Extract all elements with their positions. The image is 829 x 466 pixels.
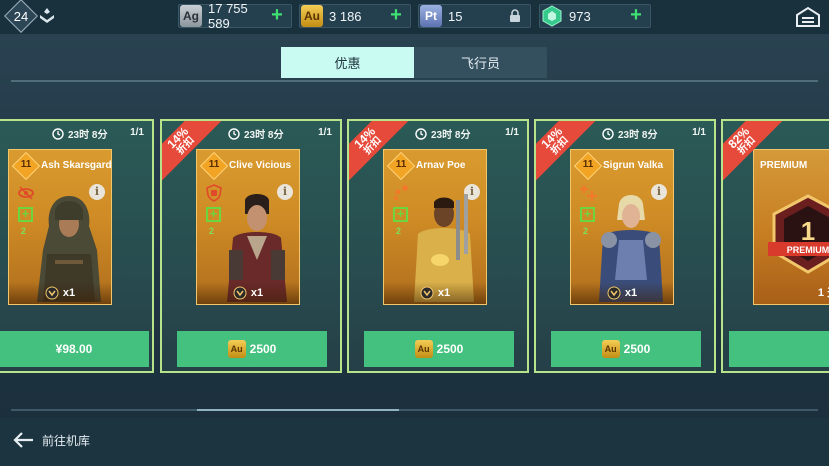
gold-coin-icon: Au — [227, 340, 246, 358]
skill-count: 2 — [583, 226, 589, 236]
go-to-hangar-label: 前往机库 — [42, 433, 91, 448]
pilot-level: 11 — [582, 159, 594, 170]
clock-icon — [602, 127, 614, 140]
pilot-portrait: 11 Ash Skarsgard + 2 i x1 — [8, 149, 112, 305]
carousel-scroll-thumb[interactable] — [197, 409, 399, 411]
pilot-reward: x1 — [9, 282, 111, 304]
pilot-name: Arnav Poe — [416, 160, 466, 171]
silver-resource: Ag 17 755 589 + — [178, 1, 292, 31]
top-bar: 24 Ag 17 755 589 + Au 3 186 + Pt 15 973 … — [0, 0, 829, 34]
offer-timer: 23时 8分 — [602, 126, 657, 141]
platinum-resource: Pt 15 — [418, 4, 531, 28]
pilot-portrait: 11 Clive Vicious + 2 i x1 — [196, 149, 300, 305]
player-level[interactable]: 24 — [4, 0, 56, 33]
pilot-badge-icon — [233, 286, 247, 300]
pilot-level: 11 — [20, 159, 32, 170]
price-label: 2500 — [249, 342, 277, 356]
skill-count: 2 — [209, 226, 215, 236]
offer-quantity: 1/1 — [318, 127, 332, 138]
offer-quantity: 1/1 — [130, 127, 144, 138]
tab-offers[interactable]: 优惠 — [281, 47, 414, 78]
premium-medal-number: 1 — [801, 216, 815, 246]
gold-amount: 3 186 — [329, 8, 362, 24]
player-level-number: 24 — [13, 8, 29, 24]
gem-resource: 973 + — [539, 4, 651, 28]
pilot-level: 11 — [395, 159, 407, 170]
gem-icon — [542, 5, 562, 27]
reward-count: x1 — [437, 287, 451, 299]
offer-card-premium[interactable]: PREMIUM 1 PREMIUM 1 天 82%折扣 — [721, 119, 829, 373]
buy-button[interactable]: Au 2500 — [551, 331, 701, 367]
hangar-icon[interactable] — [795, 6, 821, 28]
gold-resource: Au 3 186 + — [299, 4, 411, 28]
skill-count: 2 — [21, 226, 27, 236]
gold-icon: Au — [301, 5, 323, 27]
tab-divider — [11, 80, 818, 82]
offer-timer-text: 23时 8分 — [244, 130, 284, 141]
rank-chevron-icon — [40, 8, 54, 23]
offer-card-arnav-poe[interactable]: 14% 折扣 23时 8分 1/1 11 Arnav Poe + 2 i x1 A… — [347, 119, 529, 373]
price-label: 2500 — [623, 342, 651, 356]
premium-title: PREMIUM — [760, 160, 808, 171]
offer-timer: 23时 8分 — [415, 126, 470, 141]
add-gold-button[interactable]: + — [388, 5, 404, 25]
clock-icon — [415, 127, 427, 140]
carousel-scrollbar[interactable] — [11, 409, 818, 411]
add-gem-button[interactable]: + — [628, 5, 644, 25]
pilot-name: Sigrun Valka — [603, 160, 664, 171]
tab-pilots[interactable]: 飞行员 — [414, 47, 547, 78]
skill-count: 2 — [396, 226, 402, 236]
clock-icon — [52, 127, 64, 140]
premium-medal-icon: 1 PREMIUM — [768, 194, 829, 274]
pilot-reward: x1 — [384, 282, 486, 304]
pilot-reward: x1 — [571, 282, 673, 304]
buy-button[interactable]: Au 2500 — [177, 331, 327, 367]
reward-count: x1 — [62, 287, 76, 299]
offer-timer: 23时 8分 — [52, 126, 107, 141]
gold-coin-icon: Au — [601, 340, 620, 358]
go-to-hangar-button[interactable]: 前往机库 — [12, 431, 90, 449]
silver-amount: 17 755 589 — [208, 1, 248, 31]
buy-button[interactable]: Au 2500 — [364, 331, 514, 367]
shop-tabs: 优惠 飞行员 — [281, 47, 547, 78]
platinum-icon: Pt — [420, 5, 442, 27]
offer-timer-text: 23时 8分 — [431, 130, 471, 141]
pilot-badge-icon — [420, 286, 434, 300]
price-label: ¥98.00 — [55, 342, 93, 356]
pilot-name: Clive Vicious — [229, 160, 292, 171]
back-arrow-icon — [13, 432, 33, 448]
pilot-badge-icon — [45, 286, 59, 300]
pilot-name: Ash Skarsgard — [41, 160, 112, 171]
buy-button[interactable] — [729, 331, 829, 367]
lock-icon[interactable] — [508, 9, 522, 23]
add-silver-button[interactable]: + — [269, 5, 285, 25]
offer-timer-text: 23时 8分 — [68, 130, 108, 141]
offer-card-clive-vicious[interactable]: 14% 折扣 23时 8分 1/1 11 Clive Vicious + 2 i … — [160, 119, 342, 373]
offer-card-sigrun-valka[interactable]: 14% 折扣 23时 8分 1/1 11 Sigrun Valka + 2 i x… — [534, 119, 716, 373]
pilot-portrait: 11 Sigrun Valka + 2 i x1 — [570, 149, 674, 305]
premium-medal-label: PREMIUM — [787, 245, 829, 255]
reward-count: x1 — [250, 287, 264, 299]
offer-quantity: 1/1 — [692, 127, 706, 138]
offer-timer: 23时 8分 — [228, 126, 283, 141]
buy-button[interactable]: ¥98.00 — [0, 331, 149, 367]
premium-duration: 1 天 — [817, 287, 829, 299]
silver-icon: Ag — [180, 5, 202, 27]
offer-timer-text: 23时 8分 — [618, 130, 658, 141]
pilot-portrait: 11 Arnav Poe + 2 i x1 — [383, 149, 487, 305]
price-label: 2500 — [436, 342, 464, 356]
clock-icon — [228, 127, 240, 140]
platinum-amount: 15 — [448, 8, 463, 24]
offer-quantity: 1/1 — [505, 127, 519, 138]
gold-coin-icon: Au — [414, 340, 433, 358]
pilot-reward: x1 — [197, 282, 299, 304]
premium-panel: PREMIUM 1 PREMIUM 1 天 — [753, 149, 829, 305]
offer-card-ash-skarsgard[interactable]: 23时 8分 1/1 11 Ash Skarsgard + 2 i x1 ¥98… — [0, 119, 154, 373]
pilot-badge-icon — [607, 286, 621, 300]
gem-amount: 973 — [569, 8, 591, 24]
bottom-bar: 前往机库 — [0, 418, 829, 466]
pilot-level: 11 — [208, 159, 220, 170]
reward-count: x1 — [624, 287, 638, 299]
